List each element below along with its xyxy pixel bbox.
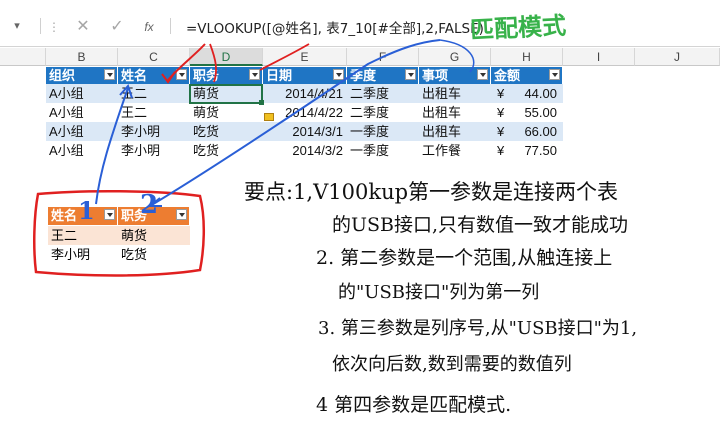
- note-line: 的"USB接口"列为第一列: [338, 282, 540, 303]
- note-line: 依次向后数,数到需要的数值列: [332, 354, 572, 375]
- note-line: 4 第四参数是匹配模式.: [316, 394, 512, 416]
- blue-arrow-line: [95, 87, 129, 205]
- note-line: 3. 第三参数是列序号,从"USB接口"为1,: [318, 318, 638, 339]
- note-line: 的USB接口,只有数值一致才能成功: [332, 214, 629, 236]
- blue-arrow-line: [439, 39, 475, 73]
- red-arrow-head: [161, 71, 176, 84]
- red-highlight-box: [33, 189, 206, 277]
- red-arrow-line: [259, 43, 310, 71]
- step-1-number: 1: [78, 196, 95, 225]
- red-arrow-line: [209, 43, 217, 83]
- step-2-number: 2: [140, 190, 159, 220]
- note-line: 2. 第二参数是一个范围,从触连接上: [316, 247, 613, 269]
- note-line: 要点:1,V100kup第一参数是连接两个表: [244, 180, 619, 204]
